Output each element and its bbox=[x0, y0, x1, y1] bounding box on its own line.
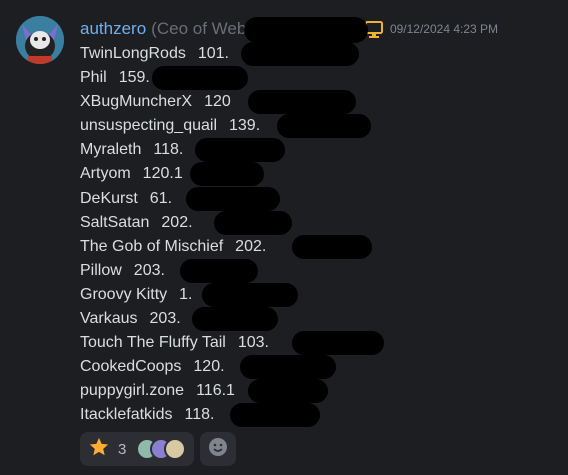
player-score: 118. bbox=[153, 141, 184, 159]
player-name: The Gob of Mischief bbox=[80, 237, 224, 255]
list-item: DeKurst 61. bbox=[80, 186, 280, 211]
redaction-mark bbox=[186, 186, 280, 211]
redaction-mark bbox=[195, 138, 285, 163]
list-item: Myraleth 118. bbox=[80, 138, 285, 163]
redaction-mark bbox=[277, 114, 371, 139]
redaction-mark bbox=[202, 282, 298, 307]
list-item: Groovy Kitty 1. bbox=[80, 282, 298, 307]
redaction-mark bbox=[292, 331, 384, 356]
list-item: Pillow 203. bbox=[80, 258, 269, 283]
redaction-mark bbox=[190, 162, 264, 187]
redaction-mark bbox=[152, 66, 248, 91]
reactions-bar: 3 bbox=[80, 432, 237, 466]
redaction-mark bbox=[240, 355, 336, 380]
star-icon bbox=[88, 436, 110, 463]
player-name: Pillow bbox=[80, 261, 122, 279]
player-name: SaltSatan bbox=[80, 213, 150, 231]
redaction-mark bbox=[230, 403, 320, 428]
player-score: 120.1 bbox=[142, 165, 183, 183]
list-item: Artyom 120.1 bbox=[80, 162, 269, 187]
player-score: 116.1 bbox=[196, 382, 235, 400]
player-score: 1. bbox=[179, 285, 193, 303]
reaction-count: 3 bbox=[118, 440, 127, 458]
player-name: CookedCoops bbox=[80, 358, 182, 376]
player-name: puppygirl.zone bbox=[80, 382, 185, 400]
list-item: SaltSatan 202. bbox=[80, 210, 292, 235]
redaction-mark bbox=[292, 234, 372, 259]
redaction-mark bbox=[244, 17, 368, 43]
player-name: TwinLongRods bbox=[80, 45, 186, 62]
player-score: 120. bbox=[193, 358, 225, 376]
list-item: The Gob of Mischief 202. bbox=[80, 234, 372, 259]
player-name: Groovy Kitty bbox=[80, 285, 168, 303]
player-score: 101. bbox=[197, 45, 229, 62]
player-name: Myraleth bbox=[80, 141, 142, 159]
redaction-mark bbox=[241, 42, 359, 66]
player-score: 139. bbox=[229, 117, 261, 135]
player-score: 103. bbox=[237, 334, 269, 352]
timestamp[interactable]: 09/12/2024 4:23 PM bbox=[390, 22, 498, 36]
list-item: puppygirl.zone 116.1 bbox=[80, 379, 328, 404]
player-score: 118. bbox=[184, 406, 215, 424]
star-reaction-button[interactable]: 3 bbox=[80, 432, 195, 466]
redaction-mark bbox=[214, 210, 292, 235]
player-name: XBugMuncherX bbox=[80, 93, 193, 111]
username[interactable]: authzero bbox=[80, 19, 146, 39]
redaction-mark bbox=[248, 379, 328, 404]
player-name: Artyom bbox=[80, 165, 131, 183]
reactor-avatars bbox=[136, 438, 187, 460]
player-score: 159. bbox=[118, 69, 150, 87]
list-item: TwinLongRods 101. bbox=[80, 42, 359, 66]
list-item: XBugMuncherX 120 bbox=[80, 90, 356, 115]
smiley-icon bbox=[208, 437, 228, 462]
avatar bbox=[164, 438, 187, 460]
redaction-mark bbox=[180, 258, 258, 283]
player-score: 203. bbox=[149, 310, 181, 328]
avatar[interactable] bbox=[16, 16, 64, 64]
player-name: Phil bbox=[80, 69, 107, 87]
player-name: Varkaus bbox=[80, 310, 138, 328]
player-name: DeKurst bbox=[80, 189, 138, 207]
player-score: 120 bbox=[204, 93, 231, 111]
list-item: Itacklefatkids 118. bbox=[80, 403, 320, 428]
player-name: Touch The Fluffy Tail bbox=[80, 334, 226, 352]
add-reaction-button[interactable] bbox=[200, 432, 237, 466]
player-score: 61. bbox=[149, 189, 173, 207]
player-name: unsuspecting_quail bbox=[80, 117, 217, 135]
redaction-mark bbox=[248, 90, 356, 115]
redaction-mark bbox=[192, 307, 278, 332]
player-score: 203. bbox=[133, 261, 165, 279]
list-item: Phil 159. bbox=[80, 66, 269, 91]
player-score: 202. bbox=[161, 213, 193, 231]
list-item: CookedCoops 120. bbox=[80, 355, 336, 380]
list-item: Touch The Fluffy Tail 103. bbox=[80, 331, 384, 356]
list-item: unsuspecting_quail 139. bbox=[80, 114, 371, 139]
list-item: Varkaus 203. bbox=[80, 307, 278, 332]
player-name: Itacklefatkids bbox=[80, 406, 173, 424]
player-score: 202. bbox=[235, 237, 267, 255]
message-content: TwinLongRods 101. Phil 159. XBugMuncherX 12… bbox=[80, 42, 384, 428]
